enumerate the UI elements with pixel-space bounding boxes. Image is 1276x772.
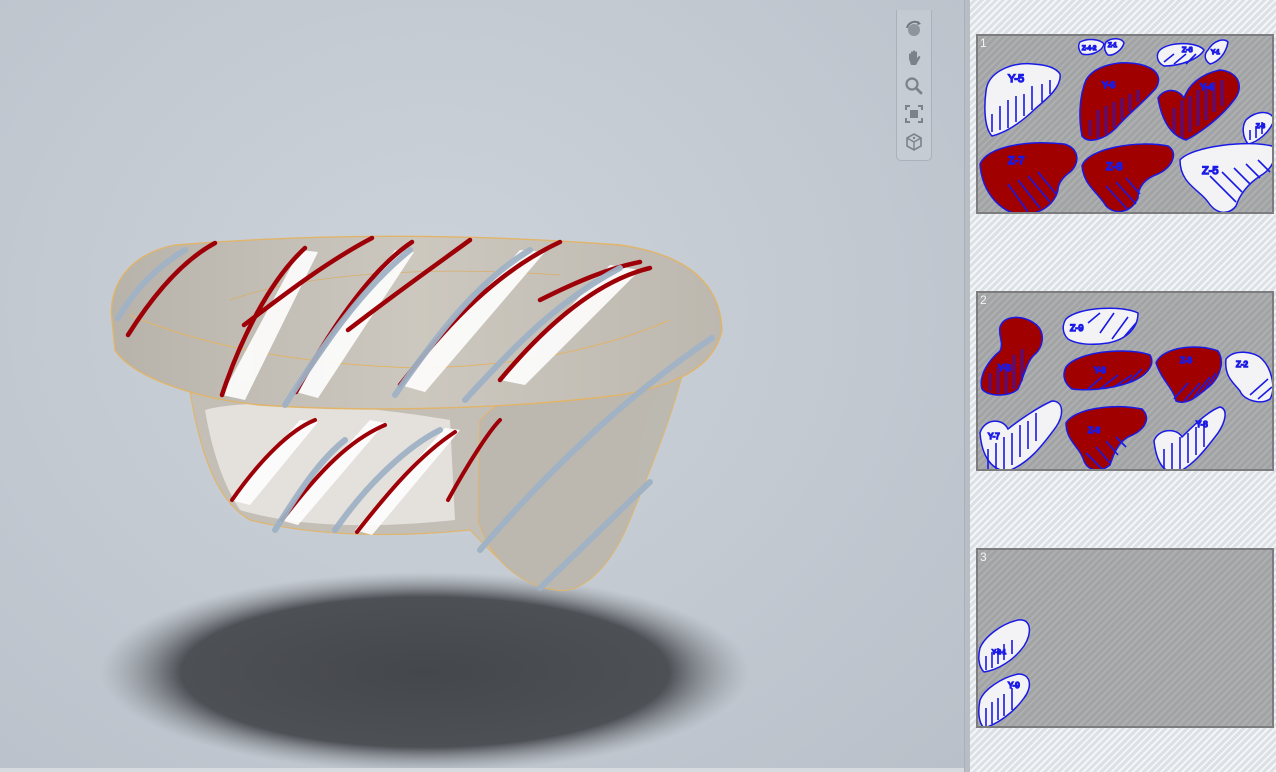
part-shape[interactable] xyxy=(979,142,1078,214)
view-cube-icon[interactable] xyxy=(904,132,924,152)
viewport-bottom-edge xyxy=(0,768,964,772)
part-label: Y-5 xyxy=(1008,73,1024,85)
part-label: Y-8 xyxy=(1196,420,1208,429)
part-label: Z-3 xyxy=(1256,124,1266,130)
orbit-icon[interactable] xyxy=(904,20,924,40)
part-label: Y-6 xyxy=(1102,80,1115,90)
sheet-layout-panel[interactable]: 1 Y-5 Z-4-2 Z-1 Z-6 Y-1 Y-6 Y-4 xyxy=(970,0,1276,772)
part-label: Z-1 xyxy=(1108,43,1118,49)
part-label: Y-7 xyxy=(988,432,1000,441)
3d-viewport[interactable] xyxy=(0,0,964,772)
part-shape[interactable] xyxy=(1063,350,1153,391)
part-label: Z-6 xyxy=(1088,426,1101,435)
view-toolbar xyxy=(896,10,932,161)
zoom-fit-icon[interactable] xyxy=(904,104,924,124)
part-label: Y-9 xyxy=(1008,681,1020,690)
part-shape[interactable] xyxy=(1225,351,1273,403)
part-label: Y-3 xyxy=(998,363,1011,373)
part-label: Z-8 xyxy=(1106,161,1123,173)
pan-hand-icon[interactable] xyxy=(904,48,924,68)
part-shape[interactable] xyxy=(1065,405,1148,470)
part-label: Y-1 xyxy=(1211,50,1220,56)
part-label: Y-8 xyxy=(1094,366,1106,375)
part-label: Z-5 xyxy=(1202,165,1219,177)
part-shape[interactable] xyxy=(1156,42,1205,67)
model-scene xyxy=(100,235,750,772)
part-label: Z-2 xyxy=(1236,360,1249,369)
part-shape[interactable] xyxy=(1079,62,1160,141)
part-label: Z-4-2 xyxy=(1082,46,1097,52)
part-label: Z-7 xyxy=(1008,155,1025,167)
zoom-icon[interactable] xyxy=(904,76,924,96)
part-label: Z-6 xyxy=(1182,47,1193,54)
sheet-1[interactable]: 1 Y-5 Z-4-2 Z-1 Z-6 Y-1 Y-6 Y-4 xyxy=(976,34,1274,214)
part-label: Z-9 xyxy=(1070,323,1084,333)
sheet-3[interactable]: 3 Y-2-1 Y-9 xyxy=(976,548,1274,728)
part-label: Z-3 xyxy=(1180,356,1193,365)
model-shadow xyxy=(100,572,750,772)
part-shape[interactable] xyxy=(1081,143,1175,212)
sheet-2[interactable]: 2 Y-3 Z-9 Y-8 Z-3 Z-2 Y-7 Z-6 Y-8 xyxy=(976,291,1274,471)
